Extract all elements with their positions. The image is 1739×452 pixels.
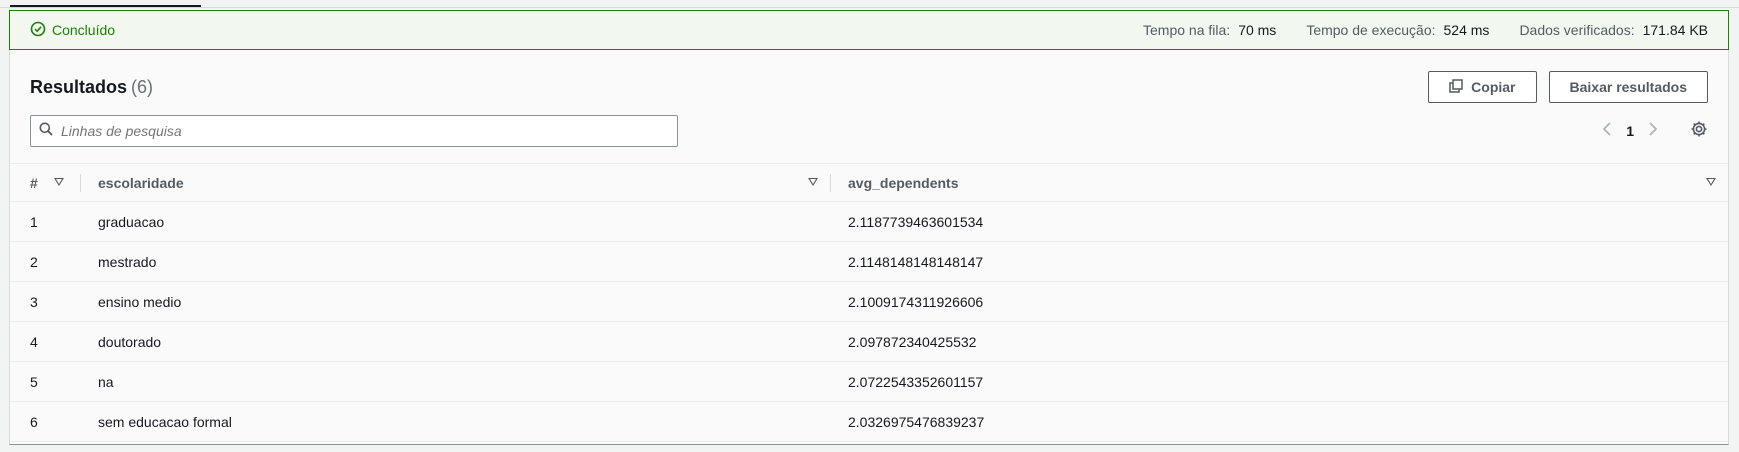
search-input[interactable] (61, 123, 641, 139)
row-index: 5 (10, 361, 80, 402)
cell-escolaridade: mestrado (80, 241, 830, 282)
gear-icon[interactable] (1690, 120, 1708, 143)
metric-label: Tempo de execução: (1306, 22, 1436, 38)
results-panel: Resultados(6) Copiar Baixar resultados 1 (9, 50, 1729, 445)
row-index: 2 (10, 241, 80, 282)
cell-avg-dependents: 2.0326975476839237 (830, 401, 1728, 442)
cell-escolaridade: doutorado (80, 321, 830, 362)
copy-button[interactable]: Copiar (1428, 71, 1537, 103)
table-row: 2 mestrado 2.1148148148148147 (10, 241, 1728, 282)
row-index: 1 (10, 201, 80, 242)
status-label: Concluído (52, 22, 116, 38)
results-title: Resultados (6) (30, 77, 153, 98)
metric-value: 70 ms (1238, 22, 1277, 38)
success-check-icon (30, 21, 46, 40)
column-header-label: escolaridade (98, 174, 184, 191)
query-status-bar: Concluído Tempo na fila: 70 ms Tempo de … (9, 10, 1729, 50)
table-row: 6 sem educacao formal 2.0326975476839237 (10, 401, 1728, 442)
results-count: (6) (131, 76, 154, 97)
sort-icon[interactable] (54, 178, 64, 186)
metric-queue-time: Tempo na fila: 70 ms (1143, 22, 1276, 38)
metric-label: Tempo na fila: (1143, 22, 1231, 38)
download-results-button[interactable]: Baixar resultados (1548, 71, 1708, 103)
results-title-text: Resultados (30, 76, 128, 97)
sort-icon[interactable] (808, 178, 818, 186)
cell-avg-dependents: 2.1187739463601534 (830, 201, 1728, 242)
sort-icon[interactable] (1706, 178, 1716, 186)
column-header-label: # (30, 174, 38, 191)
cell-avg-dependents: 2.0722543352601157 (830, 361, 1728, 402)
search-field[interactable] (30, 115, 678, 147)
status-completed: Concluído (30, 21, 115, 40)
current-page[interactable]: 1 (1626, 123, 1634, 139)
tab-divider (0, 7, 1739, 8)
search-icon (39, 122, 53, 141)
column-header-index[interactable]: # (10, 163, 80, 202)
row-index: 3 (10, 281, 80, 322)
chevron-right-icon[interactable] (1648, 121, 1658, 142)
cell-avg-dependents: 2.1148148148148147 (830, 241, 1728, 282)
table-row: 3 ensino medio 2.1009174311926606 (10, 281, 1728, 322)
column-divider (830, 174, 831, 192)
metric-execution-time: Tempo de execução: 524 ms (1306, 22, 1489, 38)
row-index: 6 (10, 401, 80, 442)
copy-button-label: Copiar (1471, 79, 1516, 95)
cell-avg-dependents: 2.097872340425532 (830, 321, 1728, 362)
column-header-avg-dependents[interactable]: avg_dependents (830, 163, 1728, 202)
metric-value: 524 ms (1443, 22, 1490, 38)
cell-avg-dependents: 2.1009174311926606 (830, 281, 1728, 322)
metric-data-scanned: Dados verificados: 171.84 KB (1519, 22, 1708, 38)
metric-label: Dados verificados: (1519, 22, 1635, 38)
chevron-left-icon[interactable] (1602, 121, 1612, 142)
cell-escolaridade: ensino medio (80, 281, 830, 322)
results-table: # escolaridade avg_dependents 1 graduaca (10, 163, 1728, 442)
table-row: 4 doutorado 2.097872340425532 (10, 321, 1728, 362)
cell-escolaridade: sem educacao formal (80, 401, 830, 442)
column-header-escolaridade[interactable]: escolaridade (80, 163, 830, 202)
table-header-row: # escolaridade avg_dependents (10, 163, 1728, 202)
column-divider (80, 174, 81, 192)
pagination: 1 (1602, 115, 1708, 147)
row-index: 4 (10, 321, 80, 362)
table-row: 5 na 2.0722543352601157 (10, 361, 1728, 402)
copy-icon (1449, 78, 1463, 96)
column-header-label: avg_dependents (848, 174, 959, 191)
metric-value: 171.84 KB (1642, 22, 1708, 38)
table-row: 1 graduacao 2.1187739463601534 (10, 201, 1728, 242)
cell-escolaridade: na (80, 361, 830, 402)
download-button-label: Baixar resultados (1569, 79, 1688, 95)
cell-escolaridade: graduacao (80, 201, 830, 242)
